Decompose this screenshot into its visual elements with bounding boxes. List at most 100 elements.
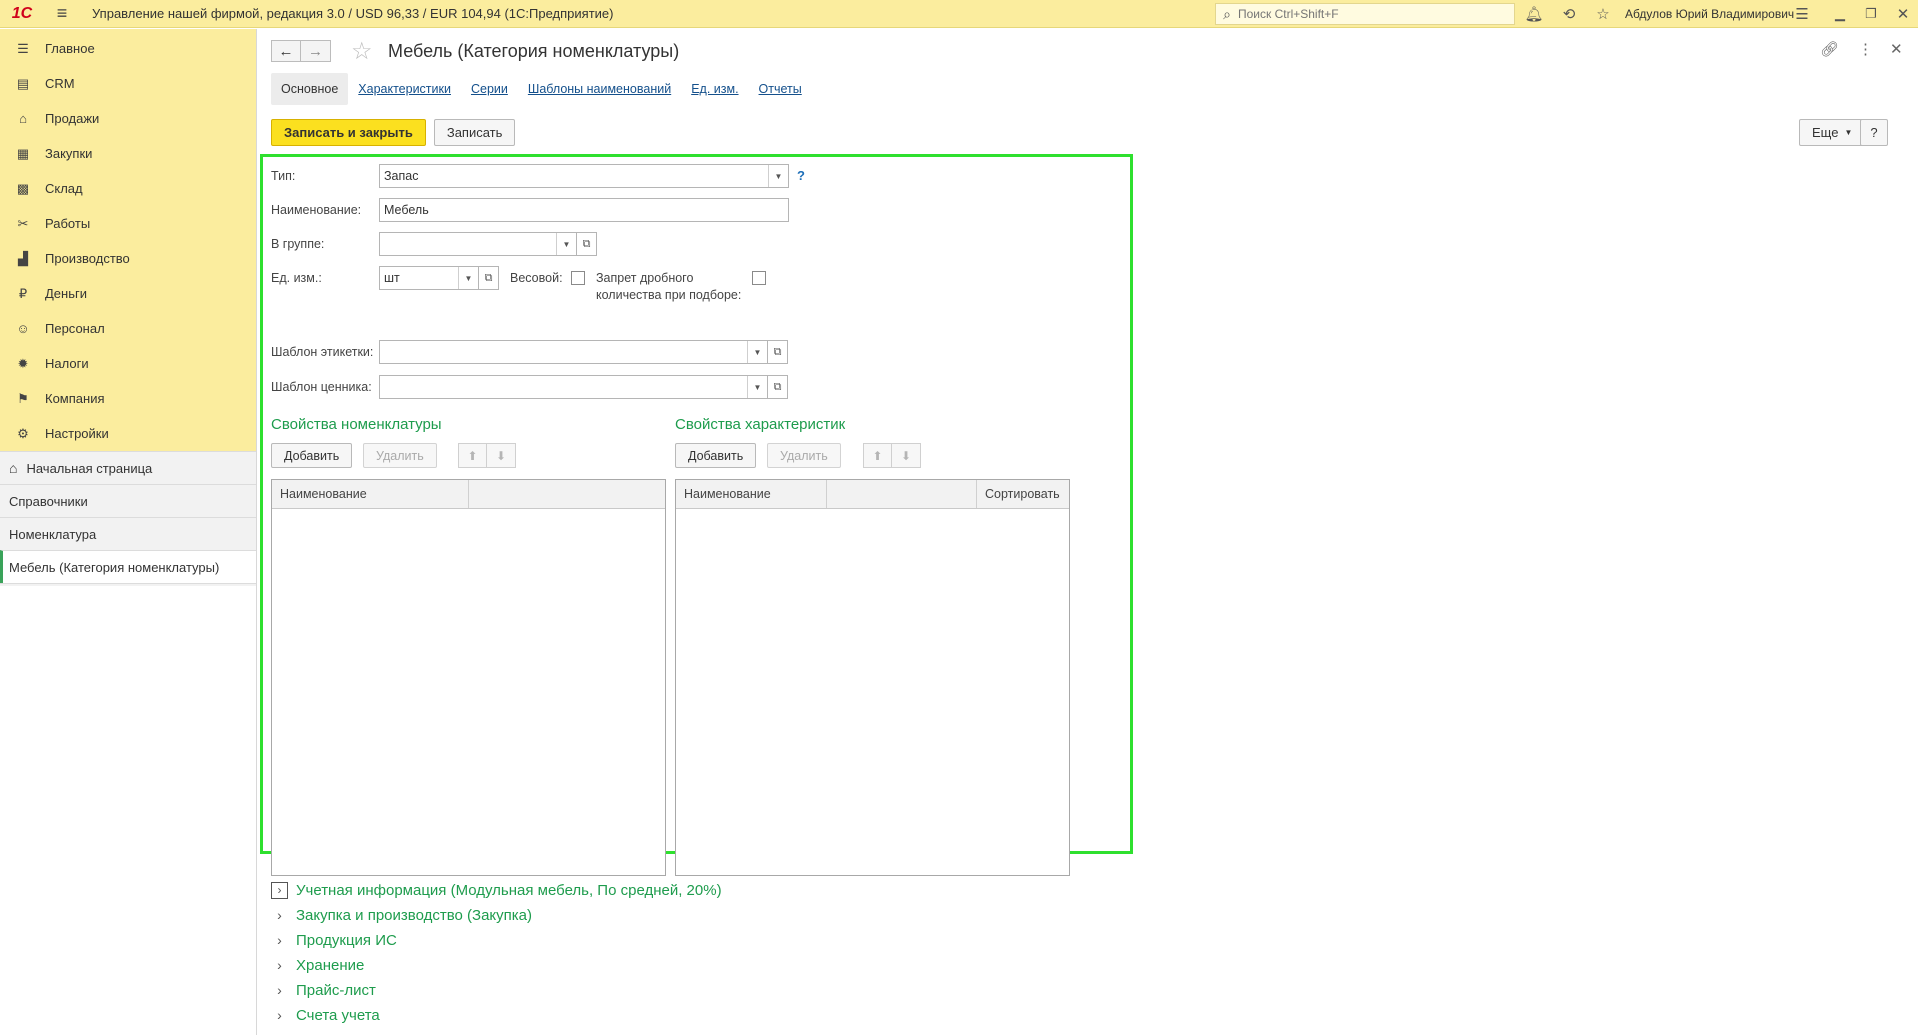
move-down-icon[interactable]: ⬇	[487, 443, 516, 468]
name-field[interactable]: Мебель	[379, 198, 789, 222]
settings-menu-icon[interactable]: ☰	[1792, 4, 1812, 24]
add-characteristic-prop-button[interactable]: Добавить	[675, 443, 757, 468]
favorites-star-icon[interactable]: ☆	[1593, 4, 1613, 24]
characteristic-move-buttons: ⬆ ⬇	[863, 443, 921, 468]
close-form-icon[interactable]: ✕	[1890, 40, 1903, 58]
group-title: Закупка и производство (Закупка)	[296, 907, 532, 924]
bell-icon[interactable]: 🔔︎	[1524, 4, 1544, 24]
open-unit-icon[interactable]: ⧉	[479, 266, 499, 290]
name-label: Наименование:	[271, 203, 362, 217]
form-area: ← → ☆ Мебель (Категория номенклатуры) 🔗︎…	[258, 29, 1918, 1035]
tab-main[interactable]: Основное	[271, 73, 349, 105]
open-window-label: Мебель (Категория номенклатуры)	[9, 559, 220, 575]
group-accounting-info[interactable]: › Учетная информация (Модульная мебель, П…	[271, 882, 736, 900]
nomenclature-props-table[interactable]: Наименование	[271, 479, 666, 876]
open-group-icon[interactable]: ⧉	[577, 232, 597, 256]
taxes-icon: ✹	[17, 355, 29, 371]
section-settings[interactable]: ⚙ Настройки	[0, 416, 256, 451]
price-template-field[interactable]: ▼	[379, 375, 768, 399]
save-and-close-button[interactable]: Записать и закрыть	[271, 119, 426, 146]
section-money[interactable]: ₽ Деньги	[0, 276, 256, 311]
save-button[interactable]: Записать	[433, 119, 516, 146]
move-down-icon[interactable]: ⬇	[892, 443, 921, 468]
minimize-icon[interactable]: ▁	[1830, 4, 1850, 24]
section-production[interactable]: ▟ Производство	[0, 241, 256, 276]
type-field[interactable]: Запас ▼	[379, 164, 789, 188]
type-help-icon[interactable]: ?	[797, 168, 805, 183]
group-accounts[interactable]: › Счета учета	[271, 1007, 736, 1025]
section-label: Работы	[45, 216, 91, 231]
section-main[interactable]: ☰ Главное	[0, 31, 256, 66]
tab-characteristics[interactable]: Характеристики	[348, 73, 461, 105]
move-up-icon[interactable]: ⬆	[863, 443, 892, 468]
section-personnel[interactable]: ☺ Персонал	[0, 311, 256, 346]
open-window-label: Начальная страница	[26, 460, 153, 476]
dropdown-icon[interactable]: ▼	[747, 376, 767, 398]
open-window-home[interactable]: ⌂ Начальная страница	[0, 451, 256, 484]
column-header[interactable]	[827, 480, 977, 508]
tab-reports[interactable]: Отчеты	[749, 73, 812, 105]
dropdown-icon[interactable]: ▼	[747, 341, 767, 363]
group-label: В группе:	[271, 237, 325, 251]
back-button[interactable]: ←	[271, 40, 301, 62]
section-warehouse[interactable]: ▩ Склад	[0, 171, 256, 206]
restore-icon[interactable]: ❐	[1861, 4, 1881, 24]
more-vertical-icon[interactable]: ⋮	[1858, 40, 1873, 58]
forward-button[interactable]: →	[301, 40, 331, 62]
dropdown-icon[interactable]: ▼	[458, 267, 478, 289]
dropdown-icon[interactable]: ▼	[556, 233, 576, 255]
section-label: Компания	[45, 391, 105, 406]
open-window-catalogs[interactable]: Справочники	[0, 484, 256, 517]
group-storage[interactable]: › Хранение	[271, 957, 736, 975]
warehouse-icon: ▩	[16, 180, 30, 196]
help-button[interactable]: ?	[1860, 119, 1888, 146]
link-icon[interactable]: 🔗︎	[1820, 40, 1839, 58]
unit-field[interactable]: шт ▼	[379, 266, 479, 290]
open-price-template-icon[interactable]: ⧉	[768, 375, 788, 399]
fraction-checkbox[interactable]	[752, 271, 766, 285]
column-header[interactable]	[469, 480, 665, 508]
favorite-star-icon[interactable]: ☆	[351, 37, 373, 66]
move-up-icon[interactable]: ⬆	[458, 443, 487, 468]
open-window-nomenclature[interactable]: Номенклатура	[0, 517, 256, 550]
user-name[interactable]: Абдулов Юрий Владимирович	[1625, 7, 1794, 21]
close-icon[interactable]: ✕	[1893, 4, 1913, 24]
crm-icon: ▤	[16, 75, 30, 91]
section-taxes[interactable]: ✹ Налоги	[0, 346, 256, 381]
group-price-list[interactable]: › Прайс-лист	[271, 982, 736, 1000]
column-header[interactable]: Наименование	[676, 480, 827, 508]
collapsible-groups: › Учетная информация (Модульная мебель, П…	[271, 882, 736, 1032]
tab-series[interactable]: Серии	[461, 73, 518, 105]
label-template-field[interactable]: ▼	[379, 340, 768, 364]
section-label: Настройки	[45, 426, 109, 441]
menu-icon[interactable]: ≡	[50, 0, 74, 28]
group-title: Учетная информация (Модульная мебель, По…	[296, 882, 722, 899]
section-sales[interactable]: ⌂ Продажи	[0, 101, 256, 136]
search-box[interactable]: ⌕	[1215, 3, 1515, 25]
history-icon[interactable]: ⟲	[1559, 4, 1579, 24]
column-header[interactable]: Наименование	[272, 480, 469, 508]
characteristic-props-table[interactable]: Наименование Сортировать	[675, 479, 1070, 876]
open-label-template-icon[interactable]: ⧉	[768, 340, 788, 364]
section-purchases[interactable]: ▦ Закупки	[0, 136, 256, 171]
group-field[interactable]: ▼	[379, 232, 577, 256]
section-company[interactable]: ⚑ Компания	[0, 381, 256, 416]
nomenclature-props-title: Свойства номенклатуры	[271, 416, 442, 433]
more-button[interactable]: Еще ▼	[1799, 119, 1866, 146]
column-header[interactable]: Сортировать	[977, 480, 1069, 508]
section-crm[interactable]: ▤ CRM	[0, 66, 256, 101]
group-products-is[interactable]: › Продукция ИС	[271, 932, 736, 950]
dropdown-icon[interactable]: ▼	[768, 165, 788, 187]
open-window-current[interactable]: Мебель (Категория номенклатуры)	[0, 550, 256, 583]
group-purchase-production[interactable]: › Закупка и производство (Закупка)	[271, 907, 736, 925]
search-icon: ⌕	[1223, 5, 1231, 22]
more-label: Еще	[1812, 125, 1839, 140]
search-input[interactable]	[1238, 7, 1498, 21]
tab-name-templates[interactable]: Шаблоны наименований	[518, 73, 681, 105]
add-nomenclature-prop-button[interactable]: Добавить	[271, 443, 353, 468]
tab-units[interactable]: Ед. изм.	[681, 73, 748, 105]
weight-checkbox[interactable]	[571, 271, 585, 285]
section-works[interactable]: ✂ Работы	[0, 206, 256, 241]
delete-nomenclature-prop-button[interactable]: Удалить	[363, 443, 437, 468]
delete-characteristic-prop-button[interactable]: Удалить	[767, 443, 841, 468]
